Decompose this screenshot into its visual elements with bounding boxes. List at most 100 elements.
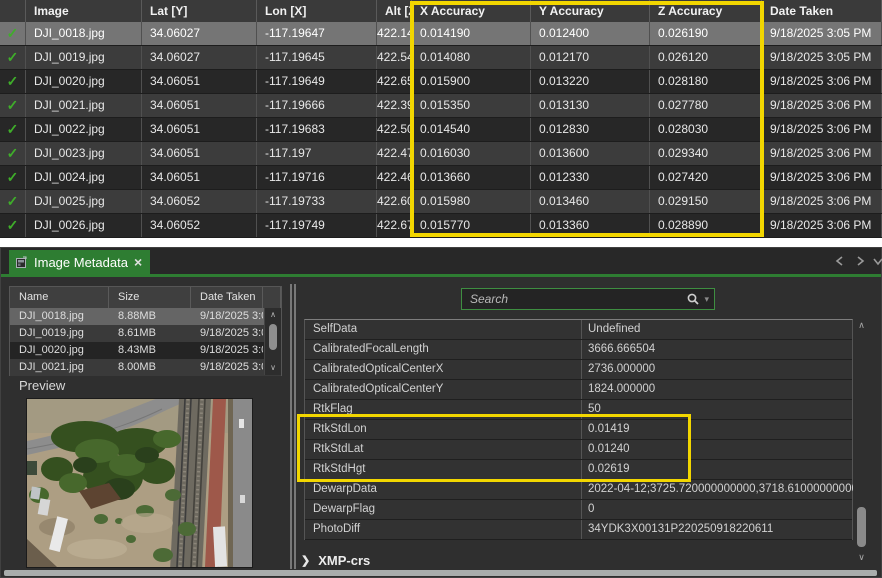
- property-row[interactable]: CalibratedOpticalCenterY1824.000000: [305, 380, 852, 400]
- cell-z-accuracy: 0.028180: [650, 70, 762, 93]
- property-key: RtkStdHgt: [305, 460, 581, 479]
- image-table-row[interactable]: ✓DJI_0021.jpg34.06051-117.19666422.390.0…: [0, 94, 882, 118]
- property-key: CalibratedOpticalCenterX: [305, 360, 581, 379]
- cell-y-accuracy: 0.012170: [531, 46, 650, 69]
- property-key: RtkStdLon: [305, 420, 581, 439]
- scroll-up-icon[interactable]: ∧: [265, 310, 281, 320]
- horizontal-scroll-thumb[interactable]: [4, 570, 877, 576]
- section-xmp-crs[interactable]: ❯ XMP-crs: [301, 549, 370, 571]
- file-list-scrollbar[interactable]: ∧ ∨: [264, 308, 281, 375]
- cell-x-accuracy: 0.015980: [412, 190, 531, 213]
- image-table-row[interactable]: ✓DJI_0024.jpg34.06051-117.19716422.460.0…: [0, 166, 882, 190]
- image-table-row[interactable]: ✓DJI_0019.jpg34.06027-117.19645422.540.0…: [0, 46, 882, 70]
- nav-forward-icon[interactable]: [853, 255, 867, 267]
- property-row[interactable]: SelfDataUndefined: [305, 320, 852, 340]
- check-icon[interactable]: ✓: [7, 169, 19, 185]
- cell-z-accuracy: 0.026120: [650, 46, 762, 69]
- check-icon[interactable]: ✓: [7, 49, 19, 65]
- cell-lon: -117.19647: [257, 22, 377, 45]
- image-table-row[interactable]: ✓DJI_0020.jpg34.06051-117.19649422.650.0…: [0, 70, 882, 94]
- file-date-cell: 9/18/2025 3:05:5...: [191, 308, 263, 325]
- tab-list-dropdown-icon[interactable]: [871, 255, 882, 267]
- property-row-highlighted[interactable]: RtkStdLon0.01419: [305, 420, 852, 440]
- image-table: ImageLat [Y]Lon [X]Alt [Z]X AccuracyY Ac…: [0, 0, 882, 238]
- cell-alt: 422.65: [377, 70, 412, 93]
- file-column-header-name[interactable]: Name: [10, 287, 109, 308]
- column-header-lat-y-[interactable]: Lat [Y]: [142, 0, 257, 22]
- check-icon[interactable]: ✓: [7, 25, 19, 41]
- file-column-header-date-taken[interactable]: Date Taken: [191, 287, 263, 308]
- file-list-row[interactable]: DJI_0019.jpg8.61MB9/18/2025 3:05:5...: [10, 325, 281, 342]
- tab-close-icon[interactable]: ×: [134, 255, 142, 269]
- cell-image: DJI_0023.jpg: [26, 142, 142, 165]
- scroll-down-icon[interactable]: ∨: [265, 363, 281, 373]
- property-key: SelfData: [305, 320, 581, 339]
- property-row[interactable]: CalibratedFocalLength3666.666504: [305, 340, 852, 360]
- property-value: 0.01419: [581, 420, 853, 439]
- check-icon[interactable]: ✓: [7, 97, 19, 113]
- column-header-y-accuracy[interactable]: Y Accuracy: [531, 0, 650, 22]
- file-column-header-spacer: [263, 287, 281, 308]
- image-table-row[interactable]: ✓DJI_0025.jpg34.06052-117.19733422.600.0…: [0, 190, 882, 214]
- property-row[interactable]: PhotoDiff34YDK3X00131P220250918220611: [305, 520, 852, 540]
- check-icon[interactable]: ✓: [7, 73, 19, 89]
- cell-image: DJI_0018.jpg: [26, 22, 142, 45]
- file-list-row[interactable]: DJI_0020.jpg8.43MB9/18/2025 3:06:0...: [10, 342, 281, 359]
- search-icon[interactable]: [686, 292, 700, 306]
- check-icon[interactable]: ✓: [7, 217, 19, 233]
- cell-date-taken: 9/18/2025 3:05 PM: [762, 22, 882, 45]
- property-key: RtkFlag: [305, 400, 581, 419]
- cell-x-accuracy: 0.014540: [412, 118, 531, 141]
- file-list-row[interactable]: DJI_0021.jpg8.00MB9/18/2025 3:06:0...: [10, 359, 281, 376]
- check-column-header[interactable]: [0, 0, 26, 22]
- property-key: RtkStdLat: [305, 440, 581, 459]
- nav-back-icon[interactable]: [833, 255, 847, 267]
- file-list-scroll-thumb[interactable]: [269, 324, 277, 350]
- cell-date-taken: 9/18/2025 3:06 PM: [762, 70, 882, 93]
- property-row[interactable]: DewarpData2022-04-12;3725.720000000000,3…: [305, 480, 852, 500]
- property-row-highlighted[interactable]: RtkStdHgt0.02619: [305, 460, 852, 480]
- cell-z-accuracy: 0.027780: [650, 94, 762, 117]
- tab-label: Image Metadata: [34, 255, 128, 270]
- cell-alt: 422.60: [377, 190, 412, 213]
- column-header-z-accuracy[interactable]: Z Accuracy: [650, 0, 762, 22]
- scroll-up-icon[interactable]: ∧: [854, 320, 869, 330]
- file-list-row[interactable]: DJI_0018.jpg8.88MB9/18/2025 3:05:5...: [10, 308, 281, 325]
- column-header-alt-z-[interactable]: Alt [Z]: [377, 0, 412, 22]
- image-table-row[interactable]: ✓DJI_0026.jpg34.06052-117.19749422.670.0…: [0, 214, 882, 238]
- image-table-row[interactable]: ✓DJI_0018.jpg34.06027-117.19647422.140.0…: [0, 22, 882, 46]
- check-icon[interactable]: ✓: [7, 145, 19, 161]
- tab-image-metadata[interactable]: Image Metadata ×: [9, 250, 150, 274]
- search-input[interactable]: [462, 292, 686, 306]
- property-key: CalibratedOpticalCenterY: [305, 380, 581, 399]
- property-row[interactable]: DewarpFlag0: [305, 500, 852, 520]
- property-row-highlighted[interactable]: RtkStdLat0.01240: [305, 440, 852, 460]
- cell-x-accuracy: 0.013660: [412, 166, 531, 189]
- search-dropdown-icon[interactable]: ▾: [704, 294, 709, 305]
- pane-splitter[interactable]: [290, 284, 296, 569]
- cell-lat: 34.06051: [142, 70, 257, 93]
- cell-y-accuracy: 0.012330: [531, 166, 650, 189]
- file-name-cell: DJI_0019.jpg: [10, 325, 109, 342]
- column-header-date-taken[interactable]: Date Taken: [762, 0, 882, 22]
- property-row[interactable]: CalibratedOpticalCenterX2736.000000: [305, 360, 852, 380]
- column-header-image[interactable]: Image: [26, 0, 142, 22]
- cell-date-taken: 9/18/2025 3:05 PM: [762, 46, 882, 69]
- cell-x-accuracy: 0.016030: [412, 142, 531, 165]
- column-header-lon-x-[interactable]: Lon [X]: [257, 0, 377, 22]
- file-column-header-size[interactable]: Size: [109, 287, 191, 308]
- property-value: Undefined: [581, 320, 853, 339]
- cell-date-taken: 9/18/2025 3:06 PM: [762, 190, 882, 213]
- property-value: 0.02619: [581, 460, 853, 479]
- scroll-down-icon[interactable]: ∨: [854, 552, 869, 562]
- image-table-row[interactable]: ✓DJI_0023.jpg34.06051-117.197422.470.016…: [0, 142, 882, 166]
- image-table-row[interactable]: ✓DJI_0022.jpg34.06051-117.19683422.500.0…: [0, 118, 882, 142]
- aerial-photo: [27, 399, 252, 567]
- cell-alt: 422.67: [377, 214, 412, 237]
- column-header-x-accuracy[interactable]: X Accuracy: [412, 0, 531, 22]
- property-scrollbar[interactable]: ∧ ∨: [854, 319, 869, 563]
- check-icon[interactable]: ✓: [7, 121, 19, 137]
- property-scroll-thumb[interactable]: [857, 507, 866, 547]
- property-row[interactable]: RtkFlag50: [305, 400, 852, 420]
- check-icon[interactable]: ✓: [7, 193, 19, 209]
